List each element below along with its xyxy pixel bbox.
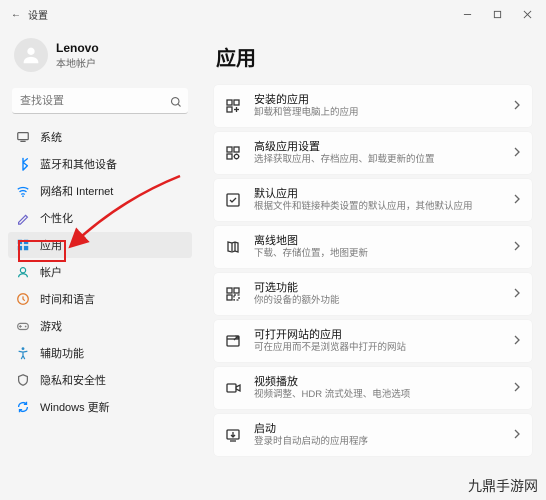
chevron-right-icon bbox=[512, 285, 522, 303]
card-title: 高级应用设置 bbox=[254, 141, 512, 154]
card-startup[interactable]: 启动 登录时自动启动的应用程序 bbox=[214, 414, 532, 456]
sidebar-item-accessibility[interactable]: 辅助功能 bbox=[8, 340, 192, 366]
privacy-icon bbox=[16, 373, 30, 387]
sidebar-item-label: 时间和语言 bbox=[40, 291, 95, 307]
maximize-button[interactable] bbox=[482, 2, 512, 26]
window-title: 设置 bbox=[28, 7, 48, 22]
card-title: 可打开网站的应用 bbox=[254, 329, 512, 342]
card-video[interactable]: 视频播放 视频调整、HDR 流式处理、电池选项 bbox=[214, 367, 532, 409]
sidebar-item-accounts[interactable]: 帐户 bbox=[8, 259, 192, 285]
startup-icon bbox=[224, 426, 242, 444]
sidebar-item-personalization[interactable]: 个性化 bbox=[8, 205, 192, 231]
card-title: 视频播放 bbox=[254, 376, 512, 389]
back-icon[interactable]: ← bbox=[10, 8, 22, 20]
offline-icon bbox=[224, 238, 242, 256]
card-desc: 卸载和管理电脑上的应用 bbox=[254, 107, 512, 118]
card-desc: 可在应用而不是浏览器中打开的网站 bbox=[254, 342, 512, 353]
card-advanced[interactable]: 高级应用设置 选择获取应用、存档应用、卸载更新的位置 bbox=[214, 132, 532, 174]
close-button[interactable] bbox=[512, 2, 542, 26]
personalization-icon bbox=[16, 211, 30, 225]
card-defaults[interactable]: 默认应用 根据文件和链接种类设置的默认应用，其他默认应用 bbox=[214, 179, 532, 221]
sidebar-item-label: Windows 更新 bbox=[40, 399, 110, 415]
defaults-icon bbox=[224, 191, 242, 209]
openweb-icon bbox=[224, 332, 242, 350]
page-title: 应用 bbox=[216, 42, 532, 71]
profile-sub: 本地帐户 bbox=[56, 55, 99, 70]
card-desc: 登录时自动启动的应用程序 bbox=[254, 436, 512, 447]
card-offline[interactable]: 离线地图 下载、存储位置，地图更新 bbox=[214, 226, 532, 268]
sidebar-item-privacy[interactable]: 隐私和安全性 bbox=[8, 367, 192, 393]
sidebar-item-label: 个性化 bbox=[40, 210, 73, 226]
card-openweb[interactable]: 可打开网站的应用 可在应用而不是浏览器中打开的网站 bbox=[214, 320, 532, 362]
chevron-right-icon bbox=[512, 97, 522, 115]
card-installed[interactable]: 安装的应用 卸载和管理电脑上的应用 bbox=[214, 85, 532, 127]
accounts-icon bbox=[16, 265, 30, 279]
sidebar-item-update[interactable]: Windows 更新 bbox=[8, 394, 192, 420]
card-title: 可选功能 bbox=[254, 282, 512, 295]
card-optional[interactable]: 可选功能 你的设备的额外功能 bbox=[214, 273, 532, 315]
gaming-icon bbox=[16, 319, 30, 333]
installed-icon bbox=[224, 97, 242, 115]
accessibility-icon bbox=[16, 346, 30, 360]
card-title: 离线地图 bbox=[254, 235, 512, 248]
sidebar-item-bluetooth[interactable]: 蓝牙和其他设备 bbox=[8, 151, 192, 177]
watermark: 九鼎手游网 bbox=[468, 476, 538, 496]
card-title: 启动 bbox=[254, 423, 512, 436]
sidebar-item-label: 辅助功能 bbox=[40, 345, 84, 361]
sidebar-item-time[interactable]: 时间和语言 bbox=[8, 286, 192, 312]
sidebar-item-label: 蓝牙和其他设备 bbox=[40, 156, 117, 172]
sidebar-item-system[interactable]: 系统 bbox=[8, 124, 192, 150]
profile-name: Lenovo bbox=[56, 41, 99, 55]
sidebar-item-label: 网络和 Internet bbox=[40, 183, 113, 199]
main-area: 应用 安装的应用 卸载和管理电脑上的应用 高级应用设置 选择获取应用、存档应用、… bbox=[200, 28, 546, 500]
network-icon bbox=[16, 184, 30, 198]
sidebar-item-label: 系统 bbox=[40, 129, 62, 145]
chevron-right-icon bbox=[512, 238, 522, 256]
chevron-right-icon bbox=[512, 379, 522, 397]
chevron-right-icon bbox=[512, 426, 522, 444]
optional-icon bbox=[224, 285, 242, 303]
system-icon bbox=[16, 130, 30, 144]
search-icon bbox=[170, 95, 182, 107]
avatar bbox=[14, 38, 48, 72]
sidebar-item-apps[interactable]: 应用 bbox=[8, 232, 192, 258]
sidebar: Lenovo 本地帐户 系统蓝牙和其他设备网络和 Internet 个性化应用帐户… bbox=[0, 28, 200, 500]
bluetooth-icon bbox=[16, 157, 30, 171]
apps-icon bbox=[16, 238, 30, 252]
sidebar-item-label: 隐私和安全性 bbox=[40, 372, 106, 388]
chevron-right-icon bbox=[512, 191, 522, 209]
settings-cards: 安装的应用 卸载和管理电脑上的应用 高级应用设置 选择获取应用、存档应用、卸载更… bbox=[214, 85, 532, 456]
video-icon bbox=[224, 379, 242, 397]
sidebar-item-label: 应用 bbox=[40, 237, 62, 253]
sidebar-item-network[interactable]: 网络和 Internet bbox=[8, 178, 192, 204]
search-input[interactable] bbox=[12, 88, 188, 114]
chevron-right-icon bbox=[512, 332, 522, 350]
card-title: 安装的应用 bbox=[254, 94, 512, 107]
card-desc: 视频调整、HDR 流式处理、电池选项 bbox=[254, 389, 512, 400]
card-title: 默认应用 bbox=[254, 188, 512, 201]
sidebar-nav: 系统蓝牙和其他设备网络和 Internet 个性化应用帐户时间和语言游戏辅助功能隐… bbox=[8, 124, 192, 420]
sidebar-item-gaming[interactable]: 游戏 bbox=[8, 313, 192, 339]
card-desc: 根据文件和链接种类设置的默认应用，其他默认应用 bbox=[254, 201, 512, 212]
card-desc: 选择获取应用、存档应用、卸载更新的位置 bbox=[254, 154, 512, 165]
title-bar: ← 设置 bbox=[0, 0, 546, 28]
profile[interactable]: Lenovo 本地帐户 bbox=[8, 34, 192, 82]
sidebar-item-label: 帐户 bbox=[40, 264, 62, 280]
minimize-button[interactable] bbox=[452, 2, 482, 26]
sidebar-item-label: 游戏 bbox=[40, 318, 62, 334]
card-desc: 下载、存储位置，地图更新 bbox=[254, 248, 512, 259]
advanced-icon bbox=[224, 144, 242, 162]
search-box[interactable] bbox=[12, 88, 188, 114]
card-desc: 你的设备的额外功能 bbox=[254, 295, 512, 306]
time-icon bbox=[16, 292, 30, 306]
update-icon bbox=[16, 400, 30, 414]
chevron-right-icon bbox=[512, 144, 522, 162]
